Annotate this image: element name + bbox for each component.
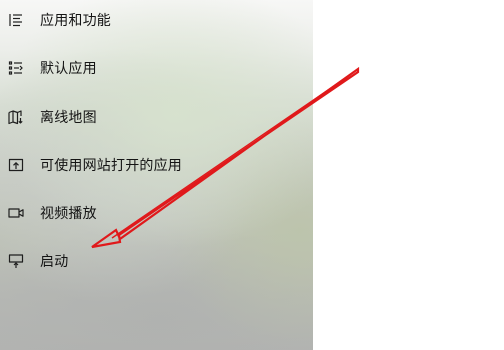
menu-item-offline-maps[interactable]: 离线地图 [0, 97, 313, 137]
menu-item-video-playback[interactable]: 视频播放 [0, 193, 313, 233]
menu-item-label: 视频播放 [40, 206, 97, 222]
menu-item-default-apps[interactable]: 默认应用 [0, 48, 313, 88]
menu-item-label: 默认应用 [40, 61, 97, 77]
video-playback-icon [8, 205, 24, 221]
default-apps-icon [8, 60, 24, 76]
menu-item-label: 应用和功能 [40, 13, 111, 29]
apps-list-icon [8, 12, 24, 28]
apps-for-websites-icon [8, 157, 24, 173]
menu-item-label: 离线地图 [40, 110, 97, 126]
menu-item-apps-and-features[interactable]: 应用和功能 [0, 0, 313, 40]
menu-item-startup[interactable]: 启动 [0, 241, 313, 281]
settings-side-menu: 应用和功能 默认应用 离线地图 可使用网站打开的应用 视频播放 启动 [0, 0, 313, 350]
menu-item-apps-for-websites[interactable]: 可使用网站打开的应用 [0, 145, 313, 185]
startup-icon [8, 253, 24, 269]
menu-item-label: 启动 [40, 254, 69, 270]
menu-item-label: 可使用网站打开的应用 [40, 158, 182, 174]
offline-map-icon [8, 109, 24, 125]
